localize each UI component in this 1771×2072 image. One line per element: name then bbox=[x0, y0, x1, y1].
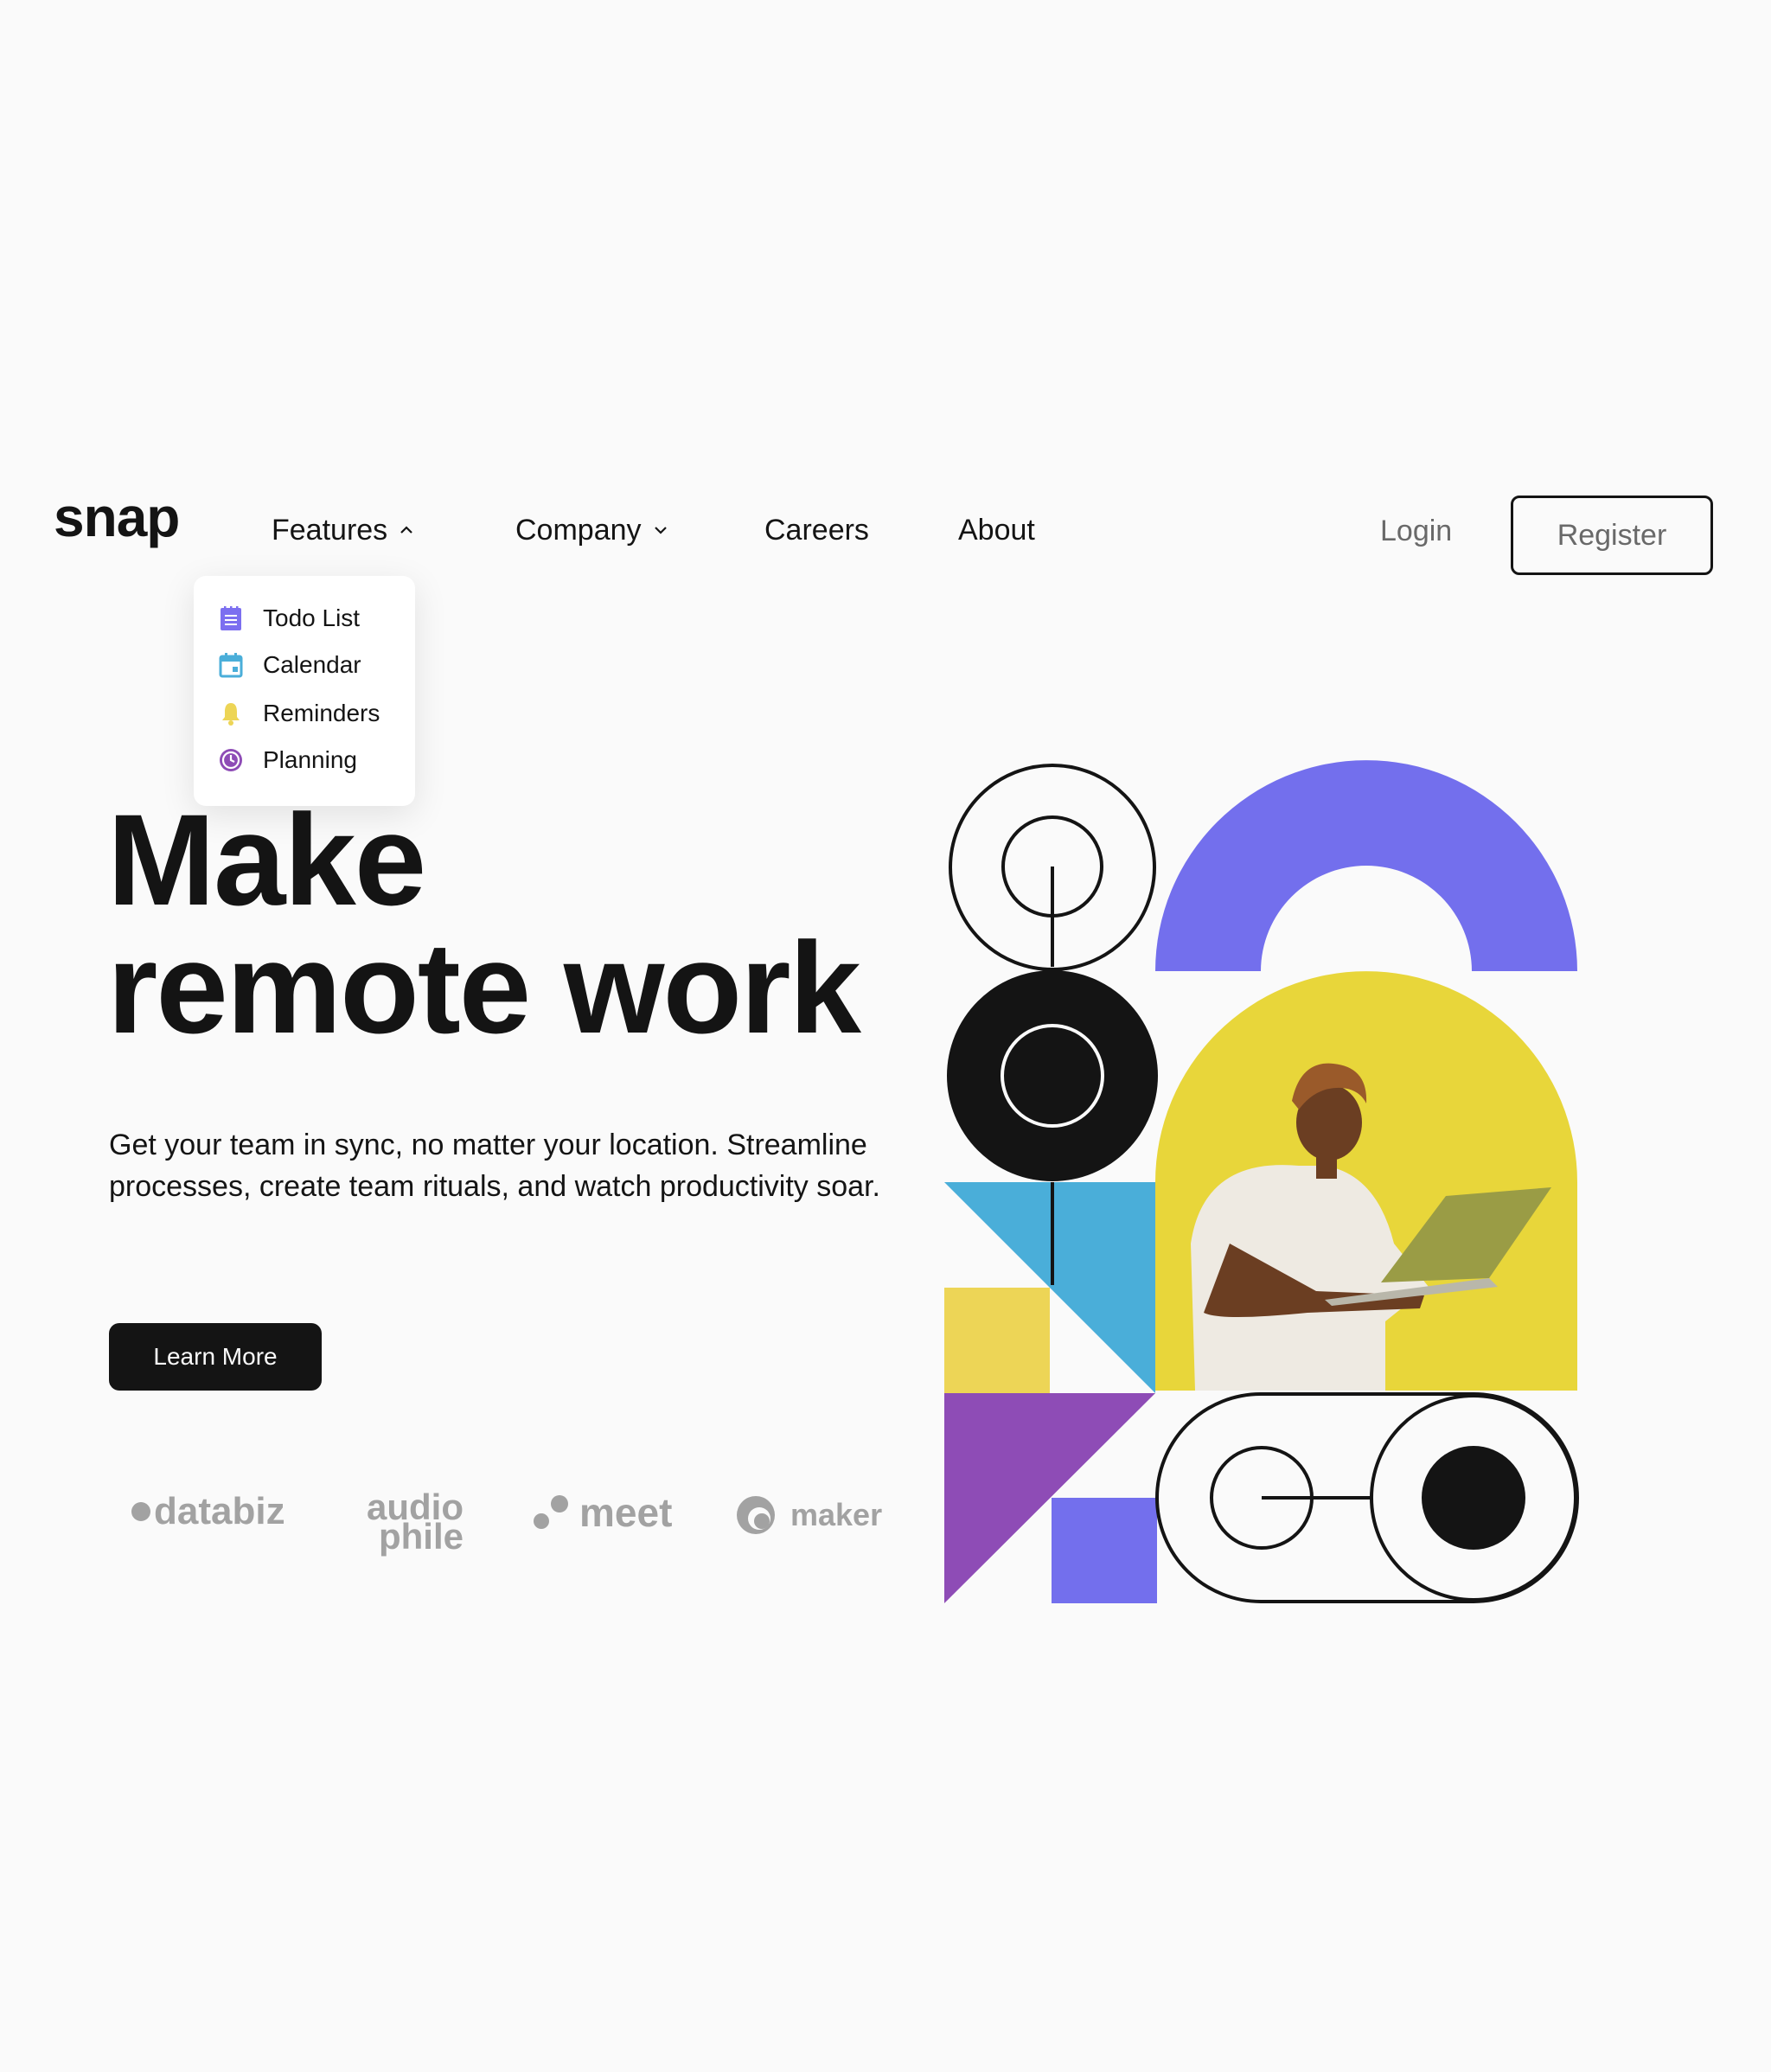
client-name: meet bbox=[579, 1490, 673, 1535]
dropdown-item-label: Todo List bbox=[263, 604, 361, 631]
databiz-dot-icon bbox=[131, 1502, 150, 1521]
nav-about[interactable]: About bbox=[958, 515, 1035, 545]
dropdown-item-calendar[interactable]: Calendar bbox=[218, 652, 361, 678]
chevron-up-icon bbox=[400, 526, 412, 534]
dropdown-item-label: Calendar bbox=[263, 651, 361, 678]
yellow-square-shape bbox=[944, 1288, 1050, 1393]
dropdown-item-planning[interactable]: Planning bbox=[218, 747, 357, 773]
snap-logo[interactable]: snap bbox=[54, 489, 180, 545]
purple-square-shape bbox=[1052, 1498, 1157, 1603]
client-logo-meet: meet bbox=[533, 1493, 672, 1532]
learn-more-button[interactable]: Learn More bbox=[109, 1323, 322, 1391]
bell-icon bbox=[222, 703, 240, 726]
client-logo-maker: maker bbox=[735, 1493, 882, 1538]
hero-headline: Make remote work bbox=[107, 787, 861, 1060]
client-name: maker bbox=[790, 1497, 883, 1532]
calendar-icon bbox=[219, 653, 243, 678]
purple-arch-shape bbox=[1155, 760, 1577, 971]
dropdown-item-label: Planning bbox=[263, 746, 357, 773]
nav-features[interactable]: Features bbox=[272, 515, 415, 545]
hero-illustration bbox=[944, 760, 1579, 1603]
client-name: databiz bbox=[154, 1490, 285, 1532]
nav-company[interactable]: Company bbox=[515, 515, 669, 545]
chevron-down-icon bbox=[654, 527, 667, 534]
nav-features-label: Features bbox=[272, 514, 388, 547]
login-link[interactable]: Login bbox=[1380, 516, 1452, 546]
client-logo-audiophile: audio phile bbox=[351, 1489, 464, 1555]
planning-clock-icon bbox=[220, 749, 242, 771]
dropdown-item-reminders[interactable]: Reminders bbox=[218, 700, 380, 726]
hero-subtext: Get your team in sync, no matter your lo… bbox=[109, 1129, 880, 1203]
black-circle-shape bbox=[947, 970, 1158, 1181]
todo-list-icon bbox=[221, 606, 241, 630]
meet-dots-icon bbox=[534, 1495, 568, 1529]
register-button[interactable]: Register bbox=[1511, 496, 1713, 575]
nav-company-label: Company bbox=[515, 514, 642, 547]
client-logo-databiz: databiz bbox=[131, 1493, 285, 1531]
hero-headline-line1: Make bbox=[107, 787, 426, 932]
nav-careers[interactable]: Careers bbox=[764, 515, 869, 545]
dropdown-item-todo-list[interactable]: Todo List bbox=[218, 605, 360, 631]
maker-circle-icon bbox=[737, 1496, 775, 1534]
hero-headline-line2: remote work bbox=[107, 915, 861, 1060]
features-dropdown: Todo List Calendar Reminders Planning bbox=[194, 576, 415, 806]
black-dot-shape bbox=[1422, 1446, 1525, 1550]
dropdown-item-label: Reminders bbox=[263, 700, 380, 726]
